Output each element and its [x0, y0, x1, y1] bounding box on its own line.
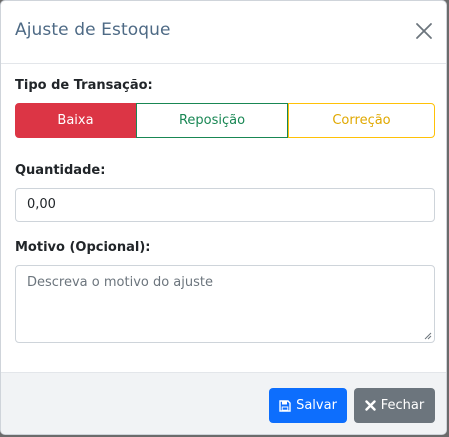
save-button[interactable]: Salvar: [269, 388, 347, 423]
transaction-reposicao-button[interactable]: Reposição: [136, 103, 288, 138]
modal-footer: Salvar Fechar: [1, 372, 446, 434]
save-label: Salvar: [296, 398, 337, 413]
reason-textarea[interactable]: Descreva o motivo do ajuste: [15, 265, 435, 343]
transaction-correcao-button[interactable]: Correção: [288, 103, 435, 138]
quantity-label: Quantidade:: [15, 163, 106, 178]
close-icon: [416, 23, 432, 39]
close-x-button[interactable]: [414, 21, 434, 41]
reason-label: Motivo (Opcional):: [15, 240, 151, 255]
stock-adjustment-modal: Ajuste de Estoque Tipo de Transação: Bai…: [0, 0, 447, 435]
reason-placeholder: Descreva o motivo do ajuste: [27, 275, 213, 290]
transaction-type-label: Tipo de Transação:: [15, 78, 153, 93]
close-button[interactable]: Fechar: [354, 388, 435, 423]
transaction-type-group: Baixa Reposição Correção: [15, 103, 435, 138]
floppy-disk-icon: [279, 399, 291, 412]
modal-title: Ajuste de Estoque: [15, 20, 171, 40]
close-label: Fechar: [380, 398, 425, 413]
modal-header: Ajuste de Estoque: [1, 1, 446, 64]
resize-grip-icon[interactable]: [424, 332, 432, 340]
x-icon: [365, 400, 376, 411]
quantity-input[interactable]: 0,00: [15, 188, 435, 222]
transaction-baixa-button[interactable]: Baixa: [15, 103, 136, 138]
